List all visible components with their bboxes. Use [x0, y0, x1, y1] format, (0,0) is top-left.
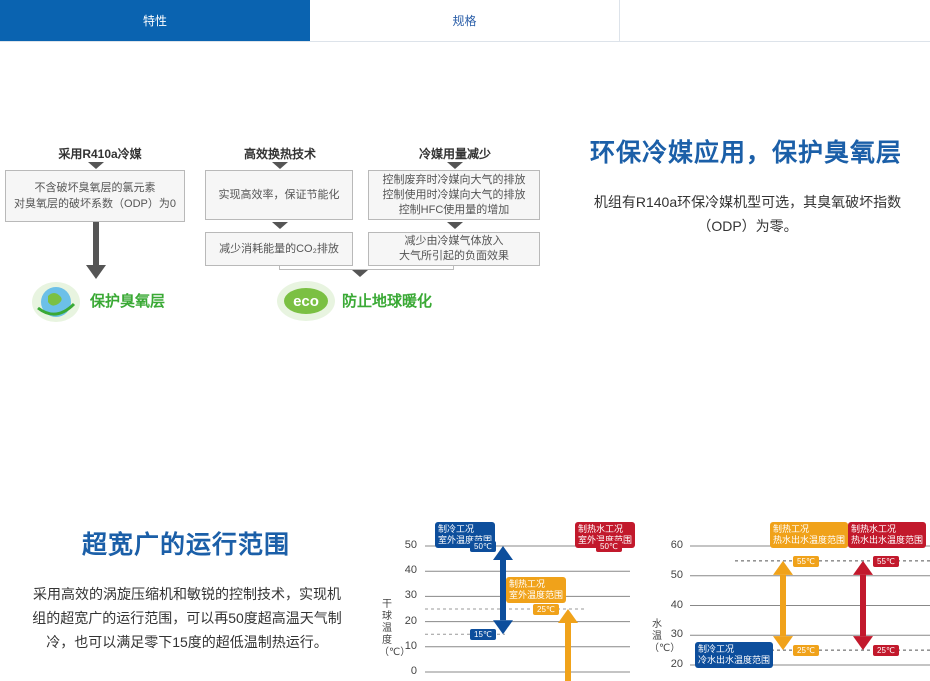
col3-box1-line3: 控制HFC使用量的增加 — [398, 203, 510, 216]
chart-water-temp-range: 水温（℃） 20 30 40 50 60 制热工况 热水出水温度范围 制热水工况 热水出水温… — [645, 515, 930, 681]
chart2-bar-hotwater-shaft — [860, 574, 866, 637]
chart2-ytick: 60 — [670, 539, 683, 551]
chart2-bar-hotwater-head-bottom — [853, 636, 873, 651]
col2-arrow-head2 — [272, 222, 288, 229]
chart2-ytick: 50 — [670, 568, 683, 581]
chart1-bar-heating — [558, 609, 578, 681]
chart2-legend-hotwater: 制热水工况 热水出水温度范围 — [848, 522, 927, 548]
tab-empty[interactable] — [620, 0, 930, 41]
chart2-ytick: 20 — [670, 658, 683, 670]
eco-logo-icon: eco — [277, 281, 335, 321]
chart1-bar-cooling-head-top — [493, 546, 513, 560]
col1-arrow-head — [88, 162, 104, 169]
chart2-ytick: 30 — [670, 628, 683, 641]
merge-arrow-head — [352, 270, 368, 277]
col2-box2: 减少消耗能量的CO₂排放 — [205, 232, 353, 266]
chart2-bar-heating-head-bottom — [773, 636, 793, 651]
chart1-ytick: 10 — [404, 639, 417, 652]
chart2-bar-heating-head-top — [773, 560, 793, 575]
chart1-bar-cooling-head-bottom — [493, 620, 513, 635]
chart2-label-hotwater-high: 55℃ — [873, 555, 899, 567]
col3-box1-line2: 控制使用时冷媒向大气的排放 — [382, 188, 526, 201]
eco-logo-text: eco — [293, 293, 319, 310]
range-desc-line1: 采用高效的涡旋压缩机和敏锐的控制技术，实现机 — [33, 586, 341, 602]
col1-arrow-shaft — [93, 222, 99, 267]
chart-air-temp-range: 干球温度（℃） 0 10 20 30 40 50 制冷工况 室外温度范围 制热工况 室外温度范… — [375, 515, 636, 681]
chart2-bar-heating-shaft — [780, 574, 786, 637]
chart1-ytick: 50 — [404, 539, 417, 551]
col2-box1: 实现高效率，保证节能化 — [205, 170, 353, 220]
eco-desc-line1: 机组有R140a环保冷媒机型可选，其臭氧破坏指数 — [593, 194, 902, 210]
col3-arrow-head — [447, 162, 463, 169]
chart1-ytick: 20 — [404, 614, 417, 627]
col1-box-line2: 对臭氧层的破坏系数（ODP）为0 — [14, 198, 176, 210]
chart1-label-heating-high: 25℃ — [533, 604, 559, 615]
chart2-legend-cooling: 制冷工况 冷水出水温度范围 — [695, 642, 774, 668]
chart1-label-hotwater-high: 50℃ — [596, 541, 622, 552]
col3-box1-line1: 控制废弃时冷媒向大气的排放 — [382, 173, 526, 186]
col1-box-line1: 不含破坏臭氧层的氯元素 — [34, 182, 156, 194]
chart1-legend-heating: 制热工况 室外温度范围 — [506, 577, 567, 603]
chart2-legend-heating: 制热工况 热水出水温度范围 — [770, 522, 849, 548]
chart1-label-cooling-high: 50℃ — [470, 541, 496, 552]
chart1-ytick: 40 — [404, 564, 417, 577]
col2-arrow-head — [272, 162, 288, 169]
chart1-ylabel: 干球温度（℃） — [379, 599, 411, 658]
col3-arrow-head2 — [447, 222, 463, 229]
tab-bar: 特性 规格 — [0, 0, 930, 42]
tab-specs[interactable]: 规格 — [310, 0, 620, 41]
tab-features[interactable]: 特性 — [0, 0, 310, 41]
range-desc-line2: 组的超宽广的运行范围，可以再50度超高温天气制 — [32, 610, 342, 626]
chart1-bar-heating-head-top — [558, 609, 578, 623]
chart2-label-heating-high: 55℃ — [793, 555, 819, 567]
chart2-bar-hotwater-head-top — [853, 560, 873, 575]
col3-box2: 减少由冷媒气体放入 大气所引起的负面效果 — [368, 232, 540, 266]
col1-box: 不含破坏臭氧层的氯元素 对臭氧层的破坏系数（ODP）为0 — [5, 170, 185, 222]
chart1-bar-heating-shaft — [565, 623, 571, 681]
chart2-ytick: 40 — [670, 598, 683, 611]
chart2-label-heating-low: 25℃ — [793, 645, 819, 657]
chart1-ytick: 30 — [404, 589, 417, 602]
col3-box2-line1: 减少由冷媒气体放入 — [404, 235, 504, 247]
col3-header: 冷媒用量减少 — [418, 147, 491, 161]
col3-box2-line2: 大气所引起的负面效果 — [399, 250, 509, 262]
eco-section-title: 环保冷媒应用，保护臭氧层 — [590, 139, 903, 167]
chart2-label-hotwater-low: 25℃ — [873, 645, 899, 657]
eco-section-description: 机组有R140a环保冷媒机型可选，其臭氧破坏指数 （ODP）为零。 — [575, 190, 920, 238]
col2-result: 防止地球暖化 — [342, 293, 433, 310]
col1-header: 采用R410a冷媒 — [58, 147, 142, 161]
eco-desc-line2: （ODP）为零。 — [697, 218, 798, 234]
col2-header: 高效换热技术 — [243, 147, 316, 161]
col1-arrow-down — [86, 265, 106, 279]
col3-box1: 控制废弃时冷媒向大气的排放 控制使用时冷媒向大气的排放 控制HFC使用量的增加 — [368, 170, 540, 220]
globe-icon — [32, 282, 80, 322]
chart1-ytick: 0 — [410, 665, 417, 677]
range-section-description: 采用高效的涡旋压缩机和敏锐的控制技术，实现机 组的超宽广的运行范围，可以再50度… — [12, 582, 362, 654]
chart1-label-cooling-low: 15℃ — [470, 629, 496, 641]
range-desc-line3: 冷，也可以满足零下15度的超低温制热运行。 — [46, 634, 328, 650]
range-section-title: 超宽广的运行范围 — [82, 531, 291, 559]
col1-result: 保护臭氧层 — [90, 293, 166, 310]
